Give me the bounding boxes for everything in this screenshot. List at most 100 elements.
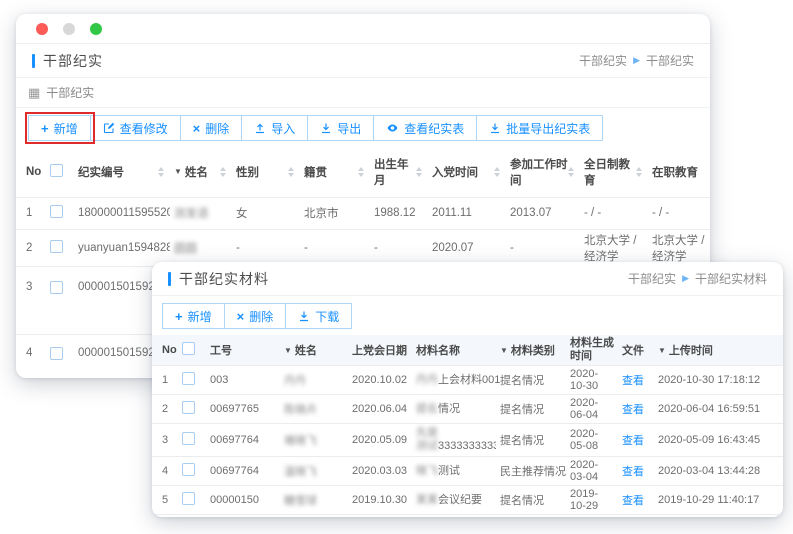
breadcrumb-arrow-icon: ▶	[682, 273, 689, 284]
grid-icon: ▦	[28, 85, 40, 101]
delete-button[interactable]: × 删除	[224, 303, 287, 329]
redacted-name: 陈晓卉	[284, 404, 317, 416]
col-no: No	[162, 344, 177, 356]
filter-icon[interactable]: ▼	[284, 346, 292, 355]
back-toolbar: + 新增 查看修改 × 删除 导入 导出 查看纪实表 批量导出纪实表	[16, 108, 710, 147]
breadcrumb-item[interactable]: 干部纪实	[579, 52, 627, 69]
row-checkbox[interactable]	[182, 463, 195, 476]
close-icon: ×	[237, 310, 245, 323]
row-checkbox[interactable]	[182, 492, 195, 505]
col-native-place: 籍贯	[304, 164, 327, 180]
redacted-name: 丹丹	[284, 375, 306, 387]
sorter-icon[interactable]	[358, 167, 366, 177]
table-header-row: No 工号 ▼姓名 上党会日期 材料名称 ▼材料类别 材料生成时间 文件 ▼上传…	[152, 335, 783, 366]
view-file-link[interactable]: 查看	[622, 495, 644, 507]
redacted-name: 褚晓飞	[284, 435, 317, 447]
table-header-row: No 纪实编号 ▼姓名 性别 籍贯 出生年月 入党时间 参加工作时间 全日制教育…	[16, 147, 710, 197]
add-button[interactable]: + 新增	[28, 115, 91, 141]
col-record-id: 纪实编号	[78, 164, 124, 180]
table-row[interactable]: 3 00697764 褚晓飞 2020.05.09 先是 测试333333333…	[152, 424, 783, 457]
export-button[interactable]: 导出	[307, 115, 374, 141]
edit-icon	[103, 122, 115, 134]
col-name: 姓名	[295, 342, 317, 358]
row-checkbox[interactable]	[50, 205, 63, 218]
download-button[interactable]: 下载	[285, 303, 352, 329]
view-record-table-button[interactable]: 查看纪实表	[373, 115, 477, 141]
front-page-header: 干部纪实材料 干部纪实 ▶ 干部纪实材料	[152, 262, 783, 296]
import-button[interactable]: 导入	[241, 115, 308, 141]
col-no: No	[26, 166, 41, 178]
front-toolbar: + 新增 × 删除 下载	[152, 296, 783, 335]
view-file-link[interactable]: 查看	[622, 466, 644, 478]
filter-icon[interactable]: ▼	[658, 346, 666, 355]
col-onjob-edu: 在职教育	[652, 167, 698, 179]
view-edit-button[interactable]: 查看修改	[90, 115, 181, 141]
col-generated-time: 材料生成时间	[570, 337, 614, 362]
col-gender: 性别	[236, 164, 259, 180]
download-icon	[298, 310, 310, 322]
download-icon	[320, 122, 332, 134]
batch-export-record-table-button[interactable]: 批量导出纪实表	[476, 115, 603, 141]
back-page-header: 干部纪实 干部纪实 ▶ 干部纪实	[16, 44, 710, 78]
plus-icon: +	[41, 122, 49, 135]
add-button[interactable]: + 新增	[162, 303, 225, 329]
sorter-icon[interactable]	[220, 167, 228, 177]
filter-icon[interactable]: ▼	[174, 167, 182, 176]
table-row[interactable]: 1 180000011595520000 测发语 女 北京市 1988.12 2…	[16, 197, 710, 229]
upload-icon	[254, 122, 266, 134]
sorter-icon[interactable]	[568, 167, 576, 177]
sorter-icon[interactable]	[636, 167, 644, 177]
table-row[interactable]: 6 00697764 温晓飞 2019.10.30 某某会议纪要 提名情况 20…	[152, 515, 783, 518]
row-checkbox[interactable]	[182, 372, 195, 385]
view-file-link[interactable]: 查看	[622, 404, 644, 416]
table-row[interactable]: 5 00000150 糖雪球 2019.10.30 某某会议纪要 提名情况 20…	[152, 486, 783, 515]
redacted-name: 圆圆	[174, 243, 197, 255]
eye-icon	[386, 122, 399, 134]
select-all-checkbox[interactable]	[50, 164, 63, 177]
breadcrumb: 干部纪实 ▶ 干部纪实材料	[628, 270, 767, 287]
redacted-name: 温晓飞	[284, 466, 317, 478]
mac-titlebar	[16, 14, 710, 44]
section-label: 干部纪实	[46, 84, 94, 101]
col-upload-time: 上传时间	[669, 342, 713, 358]
col-party-join: 入党时间	[432, 164, 478, 180]
row-checkbox[interactable]	[50, 240, 63, 253]
sorter-icon[interactable]	[416, 167, 424, 177]
row-checkbox[interactable]	[50, 347, 63, 360]
page-title: 干部纪实材料	[179, 269, 269, 289]
table-row[interactable]: 4 00697764 温晓飞 2020.03.03 晓飞测试 民主推荐情况 20…	[152, 457, 783, 486]
table-row[interactable]: 2 yuanyuan1594828800 圆圆 - - - 2020.07 - …	[16, 229, 710, 266]
close-window-icon[interactable]	[36, 23, 48, 35]
view-file-link[interactable]: 查看	[622, 435, 644, 447]
col-fulltime-edu: 全日制教育	[584, 156, 636, 188]
col-material-type: 材料类别	[511, 342, 555, 358]
row-checkbox[interactable]	[182, 432, 195, 445]
select-all-checkbox[interactable]	[182, 342, 195, 355]
breadcrumb: 干部纪实 ▶ 干部纪实	[579, 52, 694, 69]
col-birth-month: 出生年月	[374, 156, 416, 188]
sorter-icon[interactable]	[494, 167, 502, 177]
delete-button[interactable]: × 删除	[180, 115, 243, 141]
sorter-icon[interactable]	[288, 167, 296, 177]
breadcrumb-arrow-icon: ▶	[633, 55, 640, 66]
breadcrumb-item-current: 干部纪实	[646, 52, 694, 69]
plus-icon: +	[175, 310, 183, 323]
row-checkbox[interactable]	[50, 281, 63, 294]
row-checkbox[interactable]	[182, 401, 195, 414]
sorter-icon[interactable]	[158, 167, 166, 177]
col-file: 文件	[622, 345, 644, 357]
breadcrumb-item[interactable]: 干部纪实	[628, 270, 676, 287]
table-row[interactable]: 1 003 丹丹 2020.10.02 丹丹上会材料001 提名情况 2020-…	[152, 366, 783, 395]
redacted-name: 测发语	[174, 208, 209, 220]
minimize-window-icon[interactable]	[63, 23, 75, 35]
filter-icon[interactable]: ▼	[500, 346, 508, 355]
col-job-no: 工号	[210, 345, 232, 357]
table-row[interactable]: 2 00697765 陈晓卉 2020.06.04 提名情况 提名情况 2020…	[152, 395, 783, 424]
title-accent-bar	[168, 272, 171, 286]
page-title: 干部纪实	[43, 51, 103, 71]
title-accent-bar	[32, 54, 35, 68]
view-file-link[interactable]: 查看	[622, 375, 644, 387]
maximize-window-icon[interactable]	[90, 23, 102, 35]
col-material-name: 材料名称	[416, 345, 460, 357]
col-meeting-date: 上党会日期	[352, 345, 407, 357]
